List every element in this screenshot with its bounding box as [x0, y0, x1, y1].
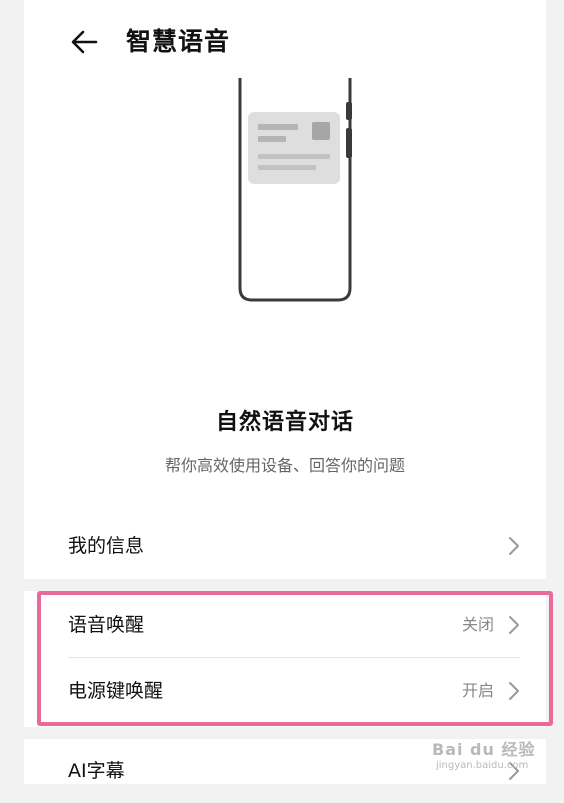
power-key-wake-status: 开启 — [461, 681, 494, 700]
chevron-right-icon — [509, 616, 519, 634]
watermark-text: Bai du 经验 — [432, 740, 536, 759]
voice-wake-label: 语音唤醒 — [68, 614, 145, 636]
power-key-wake-row[interactable]: 电源键唤醒 开启 — [24, 659, 546, 723]
row-divider — [68, 657, 520, 658]
ai-subtitles-label: AI字幕 — [68, 760, 125, 782]
watermark-url: jingyan.baidu.com — [436, 760, 529, 771]
voice-wake-status: 关闭 — [461, 615, 494, 634]
power-key-wake-label: 电源键唤醒 — [68, 680, 164, 702]
page-title: 智慧语音 — [126, 27, 231, 56]
my-info-label: 我的信息 — [68, 535, 145, 557]
watermark: Bai du 经验 jingyan.baidu.com — [432, 736, 552, 780]
page: 智慧语音 自然语音对话 帮你高效使用设备、回答你的问题 我的信息 语音唤醒 关闭 — [24, 0, 553, 784]
arrow-left-icon — [71, 30, 98, 54]
hero-subtitle: 帮你高效使用设备、回答你的问题 — [164, 456, 405, 475]
phone-card-illustration — [114, 78, 464, 338]
section-gap — [24, 579, 546, 591]
chevron-right-icon — [509, 682, 519, 700]
my-info-row[interactable]: 我的信息 — [24, 514, 546, 578]
back-button[interactable] — [66, 22, 106, 62]
chevron-right-icon — [509, 537, 519, 555]
header: 智慧语音 — [24, 0, 546, 80]
voice-wake-row[interactable]: 语音唤醒 关闭 — [24, 593, 546, 657]
hero-title: 自然语音对话 — [215, 410, 354, 435]
